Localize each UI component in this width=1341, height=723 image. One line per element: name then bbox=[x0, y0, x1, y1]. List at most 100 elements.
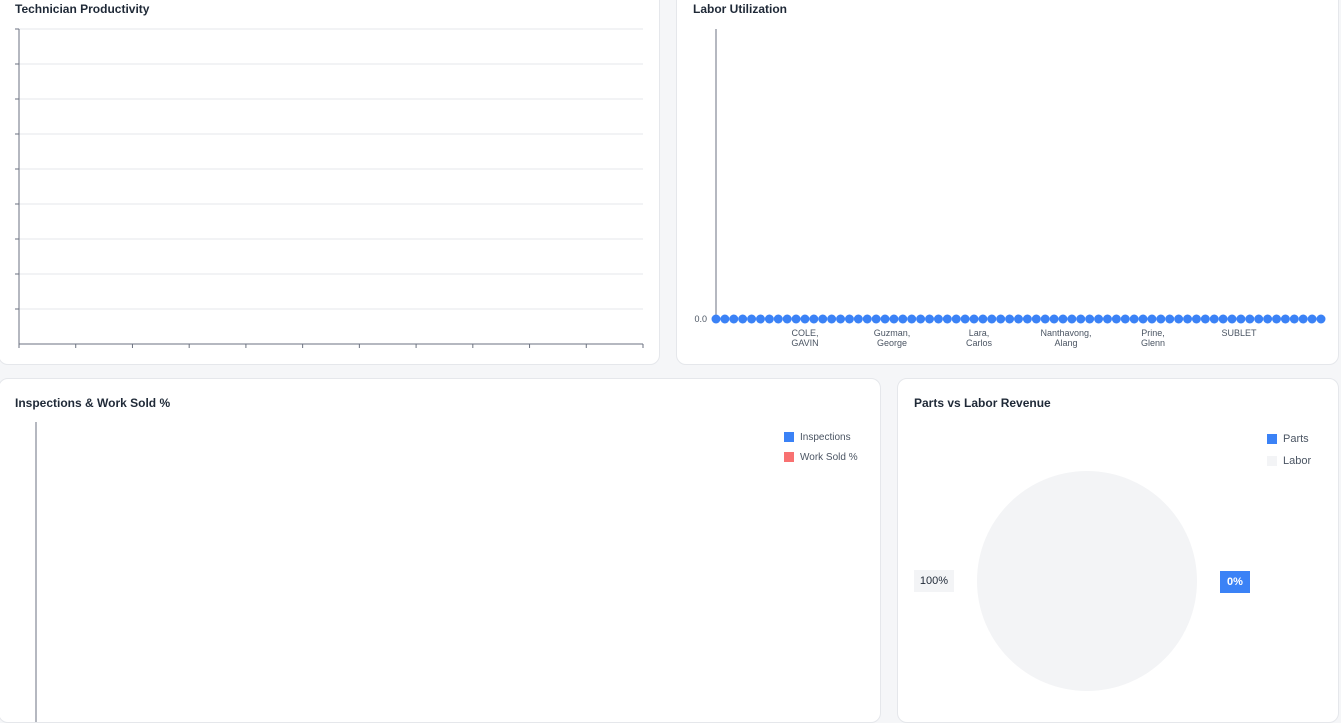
data-point[interactable] bbox=[800, 314, 810, 324]
data-point[interactable] bbox=[862, 314, 872, 324]
data-point[interactable] bbox=[1120, 314, 1130, 324]
data-point[interactable] bbox=[1280, 314, 1290, 324]
data-point[interactable] bbox=[960, 314, 970, 324]
data-point[interactable] bbox=[907, 314, 917, 324]
labor-utilization-card: Labor Utilization 0.0 COLE, GAVIN Guzman, Ge… bbox=[676, 0, 1339, 365]
data-point[interactable] bbox=[880, 314, 890, 324]
data-point[interactable] bbox=[1165, 314, 1175, 324]
legend-swatch-inspections bbox=[784, 432, 794, 442]
labor-percent-label: 100% bbox=[914, 570, 954, 592]
data-point[interactable] bbox=[1102, 314, 1112, 324]
legend-label-labor: Labor bbox=[1283, 455, 1312, 467]
data-point[interactable] bbox=[1138, 314, 1148, 324]
data-point[interactable] bbox=[1094, 314, 1104, 324]
inspections-work-sold-legend[interactable]: Inspections Work Sold % bbox=[784, 427, 858, 467]
data-point[interactable] bbox=[809, 314, 819, 324]
pie-slice-labor[interactable] bbox=[977, 471, 1197, 691]
data-point[interactable] bbox=[951, 314, 961, 324]
data-point[interactable] bbox=[1058, 314, 1068, 324]
data-point[interactable] bbox=[916, 314, 926, 324]
technician-productivity-chart bbox=[15, 28, 644, 348]
labor-utilization-chart: 0.0 COLE, GAVIN Guzman, George Lara, Carlos Nan… bbox=[694, 29, 1326, 348]
data-point[interactable] bbox=[1049, 314, 1059, 324]
x-tick-label: COLE, GAVIN bbox=[791, 328, 818, 348]
data-point[interactable] bbox=[996, 314, 1006, 324]
data-point[interactable] bbox=[1040, 314, 1050, 324]
data-point[interactable] bbox=[978, 314, 988, 324]
y-tick-label: 0.0 bbox=[694, 314, 707, 324]
data-point[interactable] bbox=[853, 314, 863, 324]
data-point[interactable] bbox=[773, 314, 783, 324]
legend-swatch-work-sold bbox=[784, 452, 794, 462]
data-point[interactable] bbox=[933, 314, 943, 324]
inspections-work-sold-card: Inspections & Work Sold % Inspections Wo… bbox=[0, 378, 881, 723]
inspections-work-sold-chart bbox=[35, 422, 37, 722]
data-point[interactable] bbox=[889, 314, 899, 324]
data-point[interactable] bbox=[1156, 314, 1166, 324]
data-point[interactable] bbox=[1031, 314, 1041, 324]
data-point[interactable] bbox=[1111, 314, 1121, 324]
data-point[interactable] bbox=[827, 314, 837, 324]
data-point[interactable] bbox=[1076, 314, 1086, 324]
x-tick-label: Nanthavong, Alang bbox=[1040, 328, 1091, 348]
x-tick-label: Guzman, George bbox=[874, 328, 911, 348]
data-point[interactable] bbox=[1085, 314, 1095, 324]
data-point[interactable] bbox=[844, 314, 854, 324]
data-point[interactable] bbox=[1209, 314, 1219, 324]
data-point[interactable] bbox=[711, 314, 721, 324]
data-point[interactable] bbox=[969, 314, 979, 324]
data-point[interactable] bbox=[764, 314, 774, 324]
data-point[interactable] bbox=[1218, 314, 1228, 324]
data-point[interactable] bbox=[1129, 314, 1139, 324]
technician-productivity-card: Technician Productivity bbox=[0, 0, 660, 365]
data-point[interactable] bbox=[720, 314, 730, 324]
data-point[interactable] bbox=[1174, 314, 1184, 324]
data-point[interactable] bbox=[1147, 314, 1157, 324]
data-point[interactable] bbox=[729, 314, 739, 324]
legend-label-parts: Parts bbox=[1283, 433, 1309, 445]
data-point[interactable] bbox=[1245, 314, 1255, 324]
data-point[interactable] bbox=[1236, 314, 1246, 324]
data-point[interactable] bbox=[871, 314, 881, 324]
data-point[interactable] bbox=[1183, 314, 1193, 324]
data-point[interactable] bbox=[738, 314, 748, 324]
data-point[interactable] bbox=[1067, 314, 1077, 324]
data-point[interactable] bbox=[791, 314, 801, 324]
parts-vs-labor-legend[interactable]: Parts Labor bbox=[1267, 428, 1311, 472]
x-tick-label: SUBLET bbox=[1221, 328, 1257, 338]
data-point[interactable] bbox=[987, 314, 997, 324]
data-point[interactable] bbox=[1263, 314, 1273, 324]
legend-item-work-sold[interactable]: Work Sold % bbox=[784, 447, 858, 467]
legend-swatch-labor bbox=[1267, 456, 1277, 466]
data-point[interactable] bbox=[1227, 314, 1237, 324]
legend-item-labor[interactable]: Labor bbox=[1267, 450, 1311, 472]
x-tick-label: Prine, Glenn bbox=[1141, 328, 1165, 348]
legend-item-parts[interactable]: Parts bbox=[1267, 428, 1311, 450]
data-point[interactable] bbox=[836, 314, 846, 324]
data-point[interactable] bbox=[898, 314, 908, 324]
data-point[interactable] bbox=[1298, 314, 1308, 324]
data-point[interactable] bbox=[1191, 314, 1201, 324]
data-point[interactable] bbox=[925, 314, 935, 324]
data-point[interactable] bbox=[1289, 314, 1299, 324]
data-point[interactable] bbox=[818, 314, 828, 324]
data-point[interactable] bbox=[1316, 314, 1326, 324]
legend-swatch-parts bbox=[1267, 434, 1277, 444]
data-point[interactable] bbox=[1022, 314, 1032, 324]
x-tick-label: Lara, Carlos bbox=[966, 328, 993, 348]
data-point[interactable] bbox=[747, 314, 757, 324]
data-point[interactable] bbox=[1272, 314, 1282, 324]
data-point[interactable] bbox=[1200, 314, 1210, 324]
data-point[interactable] bbox=[782, 314, 792, 324]
data-point[interactable] bbox=[1307, 314, 1317, 324]
data-point[interactable] bbox=[1014, 314, 1023, 324]
parts-percent-label: 0% bbox=[1220, 571, 1250, 593]
legend-label-work-sold: Work Sold % bbox=[800, 451, 858, 463]
data-point[interactable] bbox=[942, 314, 952, 324]
legend-label-inspections: Inspections bbox=[800, 431, 851, 443]
legend-item-inspections[interactable]: Inspections bbox=[784, 427, 858, 447]
data-point[interactable] bbox=[1005, 314, 1015, 324]
parts-vs-labor-card: Parts vs Labor Revenue Parts Labor 100% … bbox=[897, 378, 1339, 723]
data-point[interactable] bbox=[1254, 314, 1264, 324]
data-point[interactable] bbox=[755, 314, 765, 324]
